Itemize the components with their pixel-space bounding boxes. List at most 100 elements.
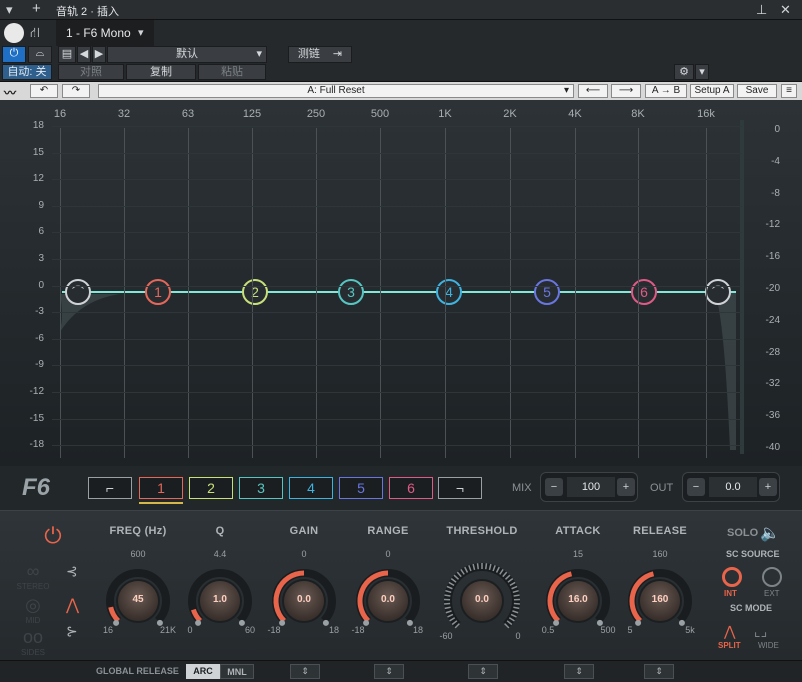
mix-label: MIX xyxy=(512,482,532,494)
add-icon[interactable]: + xyxy=(32,1,41,16)
mix-control: − 100 + xyxy=(540,472,638,502)
ext-source-button[interactable] xyxy=(762,567,782,587)
mix-value[interactable]: 100 xyxy=(567,477,615,497)
sides-mode-button[interactable]: oo SIDES xyxy=(16,627,50,657)
band-node-6[interactable]: 6 xyxy=(631,279,657,305)
chevron-down-icon[interactable]: ▾ xyxy=(6,3,13,17)
band-node-1[interactable]: 1 xyxy=(145,279,171,305)
band-button-3[interactable]: 3 xyxy=(239,477,283,499)
band-button-2[interactable]: 2 xyxy=(189,477,233,499)
band-button-4[interactable]: 4 xyxy=(289,477,333,499)
band-node-4[interactable]: 4 xyxy=(436,279,462,305)
release-release-spinner[interactable]: ⇕ xyxy=(644,664,674,679)
undo-icon[interactable]: ↶ xyxy=(30,84,58,98)
mix-decrement-button[interactable]: − xyxy=(545,478,563,496)
release-min-label: 5 xyxy=(627,625,633,635)
freq-grid-line xyxy=(124,128,125,458)
routing-icon[interactable]: ⛙ xyxy=(30,24,50,42)
low-cut-node[interactable]: ⌒ xyxy=(65,279,91,305)
band-button-6[interactable]: 6 xyxy=(389,477,433,499)
band-node-3[interactable]: 3 xyxy=(338,279,364,305)
band-power-icon[interactable]: ⏻ xyxy=(40,523,66,549)
plugin-power-icon[interactable] xyxy=(4,23,24,43)
save-button[interactable]: Save xyxy=(737,84,777,98)
copy-button[interactable]: 复制 xyxy=(126,64,196,80)
save-arrow-icon[interactable]: ⟶ xyxy=(611,84,641,98)
out-increment-button[interactable]: + xyxy=(759,478,777,496)
mid-mode-button[interactable]: ◎ MID xyxy=(16,595,50,625)
menu-icon[interactable]: ≡ xyxy=(781,84,797,98)
band-node-2[interactable]: 2 xyxy=(242,279,268,305)
preset-name: 默认 xyxy=(176,48,198,60)
ab-compare-button[interactable]: A → B xyxy=(645,84,687,98)
bell-icon[interactable]: ⋀ xyxy=(66,595,79,615)
speaker-icon[interactable]: 🔈 xyxy=(760,523,780,543)
freq-value: 45 xyxy=(132,594,144,605)
range-knob[interactable]: 0.0 xyxy=(368,581,408,621)
band-button-5[interactable]: 5 xyxy=(339,477,383,499)
gain-knob[interactable]: 0.0 xyxy=(284,581,324,621)
threshold-release-spinner[interactable]: ⇕ xyxy=(468,664,498,679)
next-preset-icon[interactable]: ▶ xyxy=(92,46,106,63)
compare-button[interactable]: 对照 xyxy=(58,64,124,80)
high-cut-node[interactable]: ⌒ xyxy=(705,279,731,305)
gain-value: 0.0 xyxy=(297,594,311,605)
attack-knob[interactable]: 16.0 xyxy=(558,581,598,621)
low-shelf-icon[interactable]: ⊰ xyxy=(66,563,78,580)
int-label: INT xyxy=(724,589,737,598)
q-knob[interactable]: 1.0 xyxy=(200,581,240,621)
freq-grid-line xyxy=(445,128,446,458)
monitor-icon[interactable]: ⌓ xyxy=(28,46,52,63)
arc-button[interactable]: ARC xyxy=(186,664,220,679)
attack-max-label: 500 xyxy=(600,625,616,635)
close-icon[interactable]: ✕ xyxy=(780,3,791,17)
split-mode-button[interactable]: ⋀ xyxy=(724,623,735,640)
freq-min-label: 16 xyxy=(102,625,113,635)
db-grid-line xyxy=(52,285,742,287)
preset-name-field[interactable]: A: Full Reset ▾ xyxy=(98,84,574,98)
attack-release-spinner[interactable]: ⇕ xyxy=(564,664,594,679)
sidechain-label: 测链 xyxy=(297,48,320,60)
db-grid-line xyxy=(52,152,742,154)
int-source-button[interactable] xyxy=(722,567,742,587)
chevron-down-icon[interactable]: ▾ xyxy=(695,64,709,80)
preset-list-icon[interactable]: ▤ xyxy=(58,46,76,63)
out-value[interactable]: 0.0 xyxy=(709,477,757,497)
freq-grid-line xyxy=(316,128,317,458)
mnl-button[interactable]: MNL xyxy=(220,664,254,679)
high-shelf-icon[interactable]: ⊱ xyxy=(66,623,78,640)
prev-preset-icon[interactable]: ◀ xyxy=(77,46,91,63)
freq-knob[interactable]: 45 xyxy=(118,581,158,621)
db-grid-line xyxy=(52,312,742,314)
sidechain-button[interactable]: 测链 ⇥ xyxy=(288,46,352,63)
pin-icon[interactable]: ⊥ xyxy=(756,3,767,17)
paste-button[interactable]: 粘贴 xyxy=(198,64,266,80)
preset-selector[interactable]: 默认 ▾ xyxy=(107,46,267,63)
db-grid-line xyxy=(52,232,742,234)
gear-icon[interactable]: ⚙ xyxy=(674,64,694,80)
automation-button[interactable]: 自动: 关 xyxy=(2,64,52,80)
out-decrement-button[interactable]: − xyxy=(687,478,705,496)
band-node-5[interactable]: 5 xyxy=(534,279,560,305)
plugin-slot-selector[interactable]: 1 - F6 Mono ▾ xyxy=(56,20,154,46)
setup-button[interactable]: Setup A xyxy=(690,84,734,98)
load-arrow-icon[interactable]: ⟵ xyxy=(578,84,608,98)
bypass-power-icon[interactable]: ⏻ xyxy=(2,46,26,63)
low-cut-toggle[interactable]: ⌐ xyxy=(88,477,132,499)
ext-label: EXT xyxy=(764,589,780,598)
eq-graph[interactable]: 16 32 63 125 250 500 1K 2K 4K 8K 16k 18 15 12 9 6 3 0 -3-… xyxy=(0,100,802,466)
range-release-spinner[interactable]: ⇕ xyxy=(374,664,404,679)
stereo-mode-button[interactable]: ∞ STEREO xyxy=(16,561,50,591)
wide-mode-button[interactable]: ⌞⌟ xyxy=(754,623,767,640)
mix-increment-button[interactable]: + xyxy=(617,478,635,496)
f6-logo: F6 xyxy=(22,474,51,501)
high-cut-toggle[interactable]: ¬ xyxy=(438,477,482,499)
host-compare-row: 自动: 关 对照 复制 粘贴 ⚙ ▾ xyxy=(0,64,802,82)
release-knob[interactable]: 160 xyxy=(640,581,680,621)
band-button-1[interactable]: 1 xyxy=(139,477,183,499)
threshold-knob[interactable]: 0.0 xyxy=(462,581,502,621)
redo-icon[interactable]: ↷ xyxy=(62,84,90,98)
gain-center-label: 0 xyxy=(301,549,307,559)
gain-release-spinner[interactable]: ⇕ xyxy=(290,664,320,679)
sc-mode-label: SC MODE xyxy=(730,603,773,613)
